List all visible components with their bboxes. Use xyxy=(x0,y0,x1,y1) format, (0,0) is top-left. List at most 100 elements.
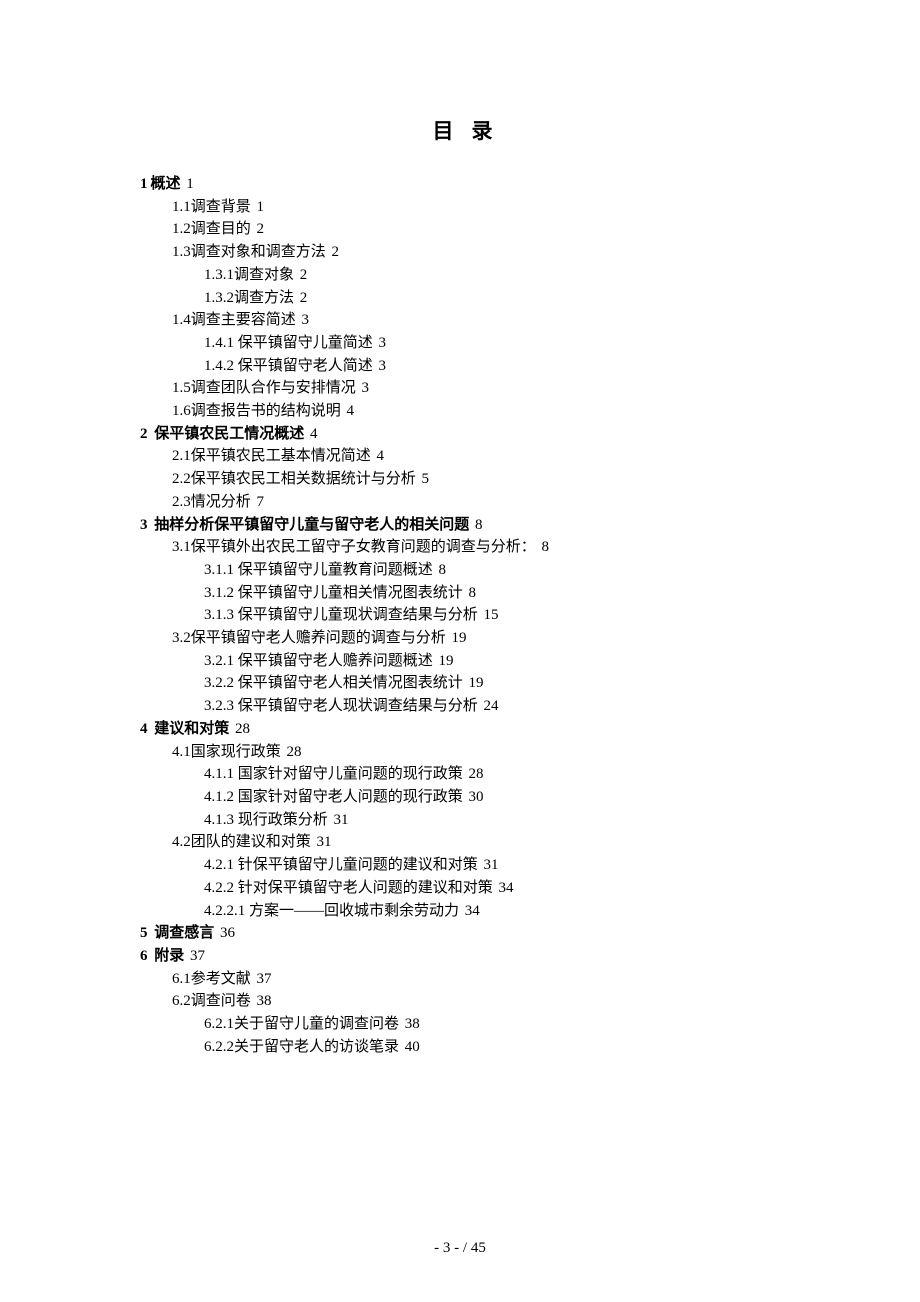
toc-entry-number: 6.2.2 xyxy=(204,1039,234,1055)
toc-entry-label: 建议和对策 xyxy=(151,721,230,737)
toc-entry-label: 调查感言 xyxy=(151,925,215,941)
toc-entry-number: 5 xyxy=(140,925,148,941)
toc-entry-page: 8 xyxy=(439,562,447,578)
toc-entry-page: 2 xyxy=(332,244,340,260)
toc-entry: 1.2调查目的 2 xyxy=(140,218,785,241)
toc-entry-page: 31 xyxy=(334,812,349,828)
toc-entry-page: 3 xyxy=(379,335,387,351)
toc-entry-label: 国家现行政策 xyxy=(191,744,281,760)
toc-entry: 6.2.2关于留守老人的访谈笔录 40 xyxy=(140,1036,785,1059)
toc-entry-label: 调查对象和调查方法 xyxy=(191,244,326,260)
toc-entry-page: 38 xyxy=(405,1016,420,1032)
toc-entry: 4.2.2 针对保平镇留守老人问题的建议和对策 34 xyxy=(140,877,785,900)
toc-entry-page: 24 xyxy=(484,698,499,714)
toc-entry: 1.3.2调查方法 2 xyxy=(140,287,785,310)
toc-entry-number: 2.3 xyxy=(172,494,191,510)
toc-entry: 1.6调查报告书的结构说明 4 xyxy=(140,400,785,423)
toc-entry: 3.1保平镇外出农民工留守子女教育问题的调查与分析： 8 xyxy=(140,536,785,559)
toc-entry-label: 关于留守老人的访谈笔录 xyxy=(234,1039,399,1055)
toc-entry-label: 调查主要容简述 xyxy=(191,312,296,328)
toc-entry-page: 31 xyxy=(484,857,499,873)
toc-entry-number: 4.2 xyxy=(172,834,191,850)
toc-entry-number: 3.1.3 xyxy=(204,607,234,623)
toc-entry: 1.1调查背景 1 xyxy=(140,196,785,219)
toc-entry-page: 28 xyxy=(287,744,302,760)
toc-entry-page: 40 xyxy=(405,1039,420,1055)
toc-entry-page: 1 xyxy=(257,199,265,215)
toc-entry-number: 1 xyxy=(140,176,148,192)
toc-entry: 6.2调查问卷 38 xyxy=(140,990,785,1013)
toc-entry-page: 28 xyxy=(235,721,250,737)
toc-entry-page: 15 xyxy=(484,607,499,623)
toc-entry-label: 方案一——回收城市剩余劳动力 xyxy=(245,903,459,919)
toc-entry-page: 3 xyxy=(362,380,370,396)
toc-entry-number: 3.2.3 xyxy=(204,698,234,714)
toc-entry-label: 保平镇留守儿童教育问题概述 xyxy=(234,562,433,578)
toc-entry-page: 37 xyxy=(257,971,272,987)
toc-entry-page: 7 xyxy=(257,494,265,510)
toc-entry-number: 4.2.2 xyxy=(204,880,234,896)
toc-entry-number: 3.2.1 xyxy=(204,653,234,669)
toc-entry-number: 1.5 xyxy=(172,380,191,396)
toc-entry-page: 37 xyxy=(190,948,205,964)
toc-entry-page: 2 xyxy=(257,221,265,237)
toc-entry-number: 6.2 xyxy=(172,993,191,1009)
toc-entry: 3.2.3 保平镇留守老人现状调查结果与分析 24 xyxy=(140,695,785,718)
toc-entry-number: 1.3.1 xyxy=(204,267,234,283)
toc-entry-label: 保平镇留守老人现状调查结果与分析 xyxy=(234,698,478,714)
toc-entry: 6.1参考文献 37 xyxy=(140,968,785,991)
toc-entry-label: 现行政策分析 xyxy=(234,812,328,828)
toc-entry: 1.3调查对象和调查方法 2 xyxy=(140,241,785,264)
toc-entry: 4.1.2 国家针对留守老人问题的现行政策 30 xyxy=(140,786,785,809)
toc-entry-label: 保平镇留守老人相关情况图表统计 xyxy=(234,675,463,691)
toc-entry-number: 3.1.2 xyxy=(204,585,234,601)
toc-entry-number: 4.1 xyxy=(172,744,191,760)
toc-entry-label: 调查团队合作与安排情况 xyxy=(191,380,356,396)
toc-entry-label: 调查问卷 xyxy=(191,993,251,1009)
toc-entry-label: 抽样分析保平镇留守儿童与留守老人的相关问题 xyxy=(151,517,470,533)
toc-entry: 1.4调查主要容简述 3 xyxy=(140,309,785,332)
toc-entry-number: 1.4 xyxy=(172,312,191,328)
toc-entry-label: 调查目的 xyxy=(191,221,251,237)
toc-entry-label: 调查对象 xyxy=(234,267,294,283)
page-title: 目录 xyxy=(140,115,785,145)
toc-entry-label: 针对保平镇留守老人问题的建议和对策 xyxy=(234,880,493,896)
toc-entry: 4.2.1 针保平镇留守儿童问题的建议和对策 31 xyxy=(140,854,785,877)
toc-entry-label: 调查方法 xyxy=(234,290,294,306)
toc-entry-page: 34 xyxy=(465,903,480,919)
toc-entry: 2 保平镇农民工情况概述 4 xyxy=(140,423,785,446)
toc-entry-label: 保平镇留守老人赡养问题的调查与分析 xyxy=(191,630,446,646)
toc-entry-label: 国家针对留守老人问题的现行政策 xyxy=(234,789,463,805)
toc-entry-page: 5 xyxy=(422,471,430,487)
toc-entry: 4.2.2.1 方案一——回收城市剩余劳动力 34 xyxy=(140,900,785,923)
toc-entry-page: 3 xyxy=(302,312,310,328)
toc-entry: 2.3情况分析 7 xyxy=(140,491,785,514)
toc-entry-number: 1.6 xyxy=(172,403,191,419)
toc-entry-number: 1.3 xyxy=(172,244,191,260)
toc-entry-page: 31 xyxy=(317,834,332,850)
toc-entry-number: 2.2 xyxy=(172,471,191,487)
toc-entry: 3.1.2 保平镇留守儿童相关情况图表统计 8 xyxy=(140,582,785,605)
toc-entry-label: 保平镇农民工基本情况简述 xyxy=(191,448,371,464)
page-footer: - 3 - / 45 xyxy=(0,1240,920,1257)
toc-entry-label: 针保平镇留守儿童问题的建议和对策 xyxy=(234,857,478,873)
toc-entry-page: 38 xyxy=(257,993,272,1009)
toc-entry-number: 4.2.2.1 xyxy=(204,903,245,919)
toc-entry: 3.1.3 保平镇留守儿童现状调查结果与分析 15 xyxy=(140,604,785,627)
toc-entry-label: 参考文献 xyxy=(191,971,251,987)
toc-entry-page: 19 xyxy=(439,653,454,669)
toc-entry: 1.5调查团队合作与安排情况 3 xyxy=(140,377,785,400)
toc-entry: 2.2保平镇农民工相关数据统计与分析 5 xyxy=(140,468,785,491)
toc-entry-label: 附录 xyxy=(151,948,185,964)
toc-entry-page: 1 xyxy=(186,176,194,192)
toc-entry-page: 4 xyxy=(310,426,318,442)
toc-entry: 1概述 1 xyxy=(140,173,785,196)
toc-entry-number: 3.1.1 xyxy=(204,562,234,578)
toc-entry-number: 1.3.2 xyxy=(204,290,234,306)
toc-entry-number: 3.1 xyxy=(172,539,191,555)
toc-entry-number: 4 xyxy=(140,721,148,737)
toc-entry-page: 2 xyxy=(300,267,308,283)
toc-entry-number: 6.2.1 xyxy=(204,1016,234,1032)
toc-entry-label: 关于留守儿童的调查问卷 xyxy=(234,1016,399,1032)
toc-entry-label: 国家针对留守儿童问题的现行政策 xyxy=(234,766,463,782)
